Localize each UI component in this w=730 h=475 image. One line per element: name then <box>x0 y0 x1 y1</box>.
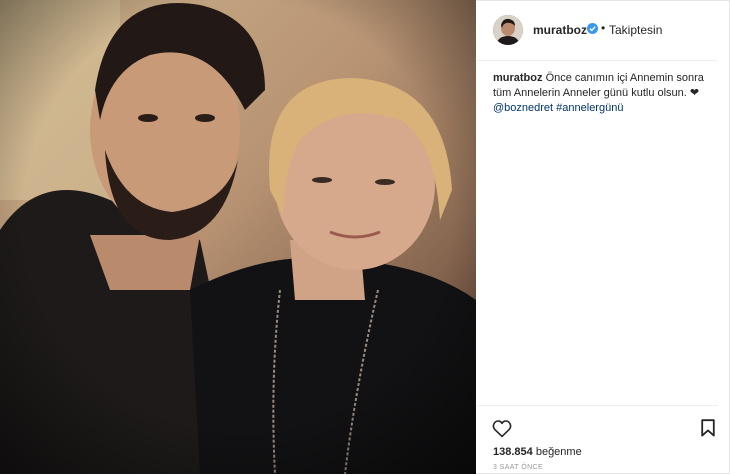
caption-mention[interactable]: @boznedret <box>493 102 553 114</box>
likes-number: 138.854 <box>493 446 533 458</box>
post-sidebar: muratboz • Takiptesin muratboz Önce canı… <box>477 0 730 474</box>
separator-dot: • <box>601 21 606 35</box>
bookmark-icon[interactable] <box>701 419 715 437</box>
caption-hashtag[interactable]: #annelergünü <box>556 102 623 114</box>
verified-badge-icon <box>587 23 598 34</box>
post-timestamp: 3 SAAT ÖNCE <box>493 464 544 471</box>
post-actions: 138.854 beğenme 3 SAAT ÖNCE <box>477 405 718 475</box>
heart-icon[interactable] <box>492 419 512 438</box>
post-photo[interactable] <box>0 0 476 474</box>
likes-count[interactable]: 138.854 beğenme <box>493 446 582 458</box>
post-caption: muratboz Önce canımın içi Annemin sonra … <box>493 71 718 116</box>
username[interactable]: muratboz <box>533 23 587 37</box>
avatar[interactable] <box>493 15 523 45</box>
follow-status-button[interactable]: Takiptesin <box>609 23 662 37</box>
caption-username[interactable]: muratboz <box>493 72 543 84</box>
likes-label: beğenme <box>535 446 582 458</box>
post-header: muratboz • Takiptesin <box>477 0 718 61</box>
